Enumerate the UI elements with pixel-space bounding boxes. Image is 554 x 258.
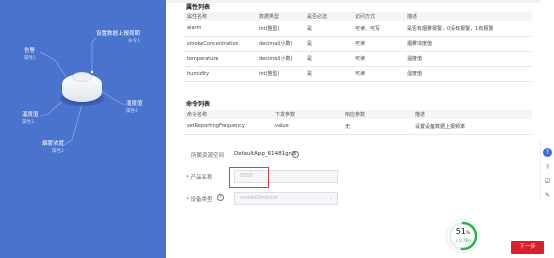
device-type-label: * 设备类型 (186, 197, 213, 203)
checklist-icon[interactable]: ☑ (543, 177, 552, 186)
cell: value (272, 119, 342, 135)
network-speed-gauge[interactable]: 51% ↓ 0.7K/s (447, 220, 479, 252)
cell: 是 (304, 21, 352, 37)
cell: 是 (304, 36, 352, 52)
cell: 可读 (352, 66, 404, 82)
label-property-temperature: 温度值 属性3 (22, 112, 39, 125)
cell: 无 (342, 119, 412, 135)
properties-table: 属性名称 数据类型 是否必选 访问方式 描述 alarm int(整型) 是可读、可… (184, 12, 532, 82)
cell: decimal(小数) (256, 36, 304, 52)
col-header: 是否必选 (304, 12, 352, 21)
resource-space-label: 所属资源空间 (191, 153, 225, 159)
cell: 可读 (352, 51, 404, 67)
cell: 是 (304, 66, 352, 82)
cell: 烟雾浓度值 (404, 36, 532, 52)
smoke-detector-top (72, 72, 92, 82)
label-property-smoke: 烟雾浓度 属性2 (42, 141, 65, 154)
col-header: 描述 (404, 12, 532, 21)
cell: alarm (184, 21, 256, 37)
highlight-box (229, 167, 269, 188)
cell: humidity (184, 66, 256, 82)
cell: 可读 (352, 36, 404, 52)
col-header: 下发参数 (272, 110, 342, 119)
device-type-select[interactable]: smokeDetector ⌄ (234, 192, 338, 205)
device-model-panel: 设置数据上报周期 命令1 告警 属性1 湿度值 属性4 温度值 属性3 烟雾浓度 属性2 (0, 0, 166, 258)
cell: decimal(小数) (256, 51, 304, 67)
gauge-ring (448, 221, 478, 251)
table-row: temperature decimal(小数) 是可读 温度值 (184, 51, 532, 67)
cell: 温度值 (404, 51, 532, 67)
cell: setReportingFrequency (184, 119, 272, 135)
table-row: setReportingFrequency value 无设置设备数据上报频率 (184, 119, 532, 135)
help-circle-icon[interactable]: ? (543, 148, 552, 157)
col-header: 访问方式 (352, 12, 404, 21)
cell: 湿度值 (404, 66, 532, 82)
label-property-alarm: 告警 属性1 (24, 48, 36, 61)
product-name-label: * 产品名称 (186, 175, 213, 181)
commands-table: 命令名称 下发参数 响应参数 描述 setReportingFrequency v… (184, 110, 532, 135)
col-header: 描述 (412, 110, 532, 119)
properties-section-title: 属性列表 (186, 4, 211, 11)
cell: 设置设备数据上报频率 (412, 119, 532, 135)
table-row: humidity int(整型) 是可读 湿度值 (184, 66, 532, 82)
table-row: alarm int(整型) 是可读、可写 是否有烟雾报警，0没有报警，1有报警 (184, 21, 532, 37)
cell: smokeConcentration (184, 36, 256, 52)
edit-icon[interactable]: ✎ (543, 191, 552, 200)
resource-space-value: DefaultApp_61481gn8 (234, 151, 296, 157)
properties-header-row: 属性名称 数据类型 是否必选 访问方式 描述 (184, 12, 532, 21)
help-icon[interactable]: ? (217, 194, 224, 201)
chevron-down-icon: ⌄ (328, 195, 333, 201)
gauge-rate: ↓ 0.7K/s (454, 238, 472, 243)
commands-section-title: 命令列表 (186, 101, 211, 108)
commands-header-row: 命令名称 下发参数 响应参数 描述 (184, 110, 532, 119)
connector-lines (39, 37, 126, 147)
gauge-percent: 51% (455, 227, 471, 236)
faq-icon[interactable]: ? (543, 163, 552, 172)
label-command-1: 设置数据上报周期 命令1 (96, 31, 141, 44)
cell: 是否有烟雾报警，0没有报警，1有报警 (404, 21, 532, 37)
col-header: 响应参数 (342, 110, 412, 119)
cell: int(整型) (256, 66, 304, 82)
help-icon[interactable]: ? (292, 151, 299, 158)
cell: int(整型) (256, 21, 304, 37)
product-create-page: 设置数据上报周期 命令1 告警 属性1 湿度值 属性4 温度值 属性3 烟雾浓度 属性2 … (0, 0, 554, 258)
cell: temperature (184, 51, 256, 67)
col-header: 命令名称 (184, 110, 272, 119)
table-row: smokeConcentration decimal(小数) 是可读 烟雾浓度值 (184, 36, 532, 52)
col-header: 属性名称 (184, 12, 256, 21)
cell: 可读、可写 (352, 21, 404, 37)
cell: 是 (304, 51, 352, 67)
top-scroll-strip (166, 0, 540, 3)
label-property-humidity: 湿度值 属性4 (126, 101, 143, 114)
col-header: 数据类型 (256, 12, 304, 21)
next-button[interactable]: 下一步 (511, 241, 544, 254)
